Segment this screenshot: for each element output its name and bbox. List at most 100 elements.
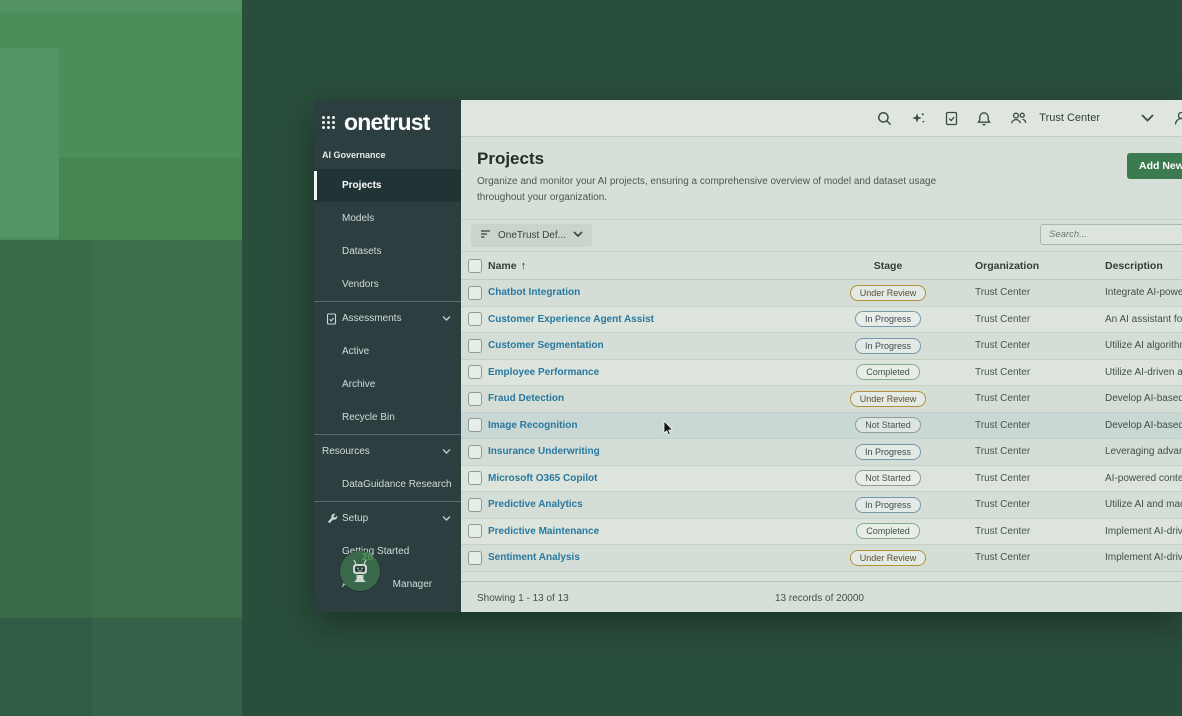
wrench-icon [326, 513, 338, 525]
project-name-link[interactable]: Image Recognition [488, 420, 577, 431]
sidebar-item-projects[interactable]: Projects [314, 169, 461, 202]
document-check-icon[interactable] [945, 111, 958, 126]
project-name-link[interactable]: Fraud Detection [488, 393, 564, 404]
description-cell: AI-powered content [1105, 473, 1182, 484]
row-checkbox[interactable] [468, 551, 482, 565]
bg-decoration-rect [0, 48, 59, 238]
description-cell: Develop AI-based fr [1105, 393, 1182, 404]
select-all-checkbox[interactable] [468, 259, 482, 273]
table-row[interactable]: Fraud Detection Under Review Trust Cente… [461, 386, 1182, 413]
project-name-link[interactable]: Predictive Maintenance [488, 526, 599, 537]
row-checkbox[interactable] [468, 471, 482, 485]
sidebar-item-archive[interactable]: Archive [314, 368, 461, 401]
topbar: Trust Center [461, 100, 1182, 137]
table-row[interactable]: Insurance Underwriting In Progress Trust… [461, 439, 1182, 466]
organization-cell: Trust Center [975, 393, 1105, 404]
table-footer: Showing 1 - 13 of 13 13 records of 20000 [461, 581, 1182, 613]
description-cell: Leveraging advance [1105, 446, 1182, 457]
sparkles-icon[interactable] [911, 111, 926, 126]
view-selector[interactable]: OneTrust Def... [471, 224, 592, 247]
sidebar-item-resources[interactable]: Resources [314, 435, 461, 468]
stage-badge: In Progress [855, 497, 921, 513]
chevron-down-icon [573, 230, 583, 241]
sidebar-item-recycle-bin[interactable]: Recycle Bin [314, 401, 461, 434]
workspace-label[interactable]: Trust Center [1039, 112, 1100, 124]
row-checkbox[interactable] [468, 445, 482, 459]
onetrust-app-window: onetrust AI Governance Projects Models D… [314, 100, 1182, 612]
description-cell: Develop AI-based im [1105, 420, 1182, 431]
chevron-down-icon[interactable] [1141, 114, 1154, 122]
sidebar-item-vendors[interactable]: Vendors [314, 268, 461, 301]
logo[interactable]: onetrust [314, 100, 461, 140]
sidebar-item-models[interactable]: Models [314, 202, 461, 235]
project-name-link[interactable]: Microsoft O365 Copilot [488, 473, 597, 484]
sort-ascending-icon[interactable]: ↑ [521, 260, 527, 272]
column-header-description[interactable]: Description [1105, 260, 1182, 272]
row-checkbox[interactable] [468, 339, 482, 353]
bell-icon[interactable] [977, 111, 991, 126]
bg-decoration-rect [92, 618, 242, 716]
organization-cell: Trust Center [975, 552, 1105, 563]
sidebar-item-dataguidance-research[interactable]: DataGuidance Research [314, 468, 461, 501]
stage-badge: Completed [856, 364, 920, 380]
description-cell: Utilize AI-driven ana [1105, 367, 1182, 378]
row-checkbox[interactable] [468, 286, 482, 300]
column-header-name[interactable]: Name [488, 260, 517, 272]
people-icon[interactable] [1010, 111, 1027, 125]
stage-badge: Under Review [850, 550, 927, 566]
project-name-link[interactable]: Sentiment Analysis [488, 552, 580, 563]
chevron-down-icon [442, 446, 451, 457]
table-row[interactable]: Sentiment Analysis Under Review Trust Ce… [461, 545, 1182, 572]
project-name-link[interactable]: Customer Experience Agent Assist [488, 314, 654, 325]
table-row[interactable]: Microsoft O365 Copilot Not Started Trust… [461, 466, 1182, 493]
sidebar-item-getting-started[interactable]: Getting Started [314, 535, 461, 568]
chevron-down-icon [442, 313, 451, 324]
sidebar-item-manager[interactable]: AManager [314, 568, 461, 601]
column-header-organization[interactable]: Organization [975, 260, 1105, 272]
row-checkbox[interactable] [468, 392, 482, 406]
stage-badge: Completed [856, 523, 920, 539]
showing-count-label: Showing 1 - 13 of 13 [477, 593, 569, 604]
organization-cell: Trust Center [975, 473, 1105, 484]
search-icon[interactable] [877, 111, 892, 126]
stage-badge: Not Started [855, 417, 921, 433]
app-launcher-grid-icon[interactable] [322, 116, 335, 129]
project-name-link[interactable]: Customer Segmentation [488, 340, 604, 351]
row-checkbox[interactable] [468, 365, 482, 379]
user-avatar-icon[interactable] [1173, 110, 1182, 127]
column-header-stage[interactable]: Stage [838, 260, 938, 272]
description-cell: Utilize AI algorithms [1105, 340, 1182, 351]
add-new-button[interactable]: Add New [1127, 153, 1182, 179]
stage-badge: In Progress [855, 444, 921, 460]
project-name-link[interactable]: Insurance Underwriting [488, 446, 600, 457]
sidebar-item-datasets[interactable]: Datasets [314, 235, 461, 268]
description-cell: Integrate AI-powered [1105, 287, 1182, 298]
organization-cell: Trust Center [975, 446, 1105, 457]
table-row[interactable]: Chatbot Integration Under Review Trust C… [461, 280, 1182, 307]
table-row[interactable]: Customer Segmentation In Progress Trust … [461, 333, 1182, 360]
table-row[interactable]: Image Recognition Not Started Trust Cent… [461, 413, 1182, 440]
project-name-link[interactable]: Chatbot Integration [488, 287, 580, 298]
bg-decoration-rect [0, 618, 92, 716]
table-body: Chatbot Integration Under Review Trust C… [461, 280, 1182, 572]
table-header-row: Name ↑ Stage Organization Description [461, 251, 1182, 280]
project-name-link[interactable]: Predictive Analytics [488, 499, 583, 510]
table-row[interactable]: Employee Performance Completed Trust Cen… [461, 360, 1182, 387]
table-row[interactable]: Predictive Analytics In Progress Trust C… [461, 492, 1182, 519]
row-checkbox[interactable] [468, 418, 482, 432]
sidebar: onetrust AI Governance Projects Models D… [314, 100, 461, 612]
sidebar-item-active[interactable]: Active [314, 335, 461, 368]
organization-cell: Trust Center [975, 367, 1105, 378]
search-input[interactable] [1040, 224, 1182, 245]
sidebar-item-assessments[interactable]: Assessments [314, 302, 461, 335]
robot-assistant-icon[interactable] [340, 551, 380, 591]
project-name-link[interactable]: Employee Performance [488, 367, 599, 378]
organization-cell: Trust Center [975, 526, 1105, 537]
row-checkbox[interactable] [468, 498, 482, 512]
table-row[interactable]: Predictive Maintenance Completed Trust C… [461, 519, 1182, 546]
table-row[interactable]: Customer Experience Agent Assist In Prog… [461, 307, 1182, 334]
row-checkbox[interactable] [468, 524, 482, 538]
sidebar-item-setup[interactable]: Setup [314, 502, 461, 535]
row-checkbox[interactable] [468, 312, 482, 326]
desktop: { "colors": { "background_base": "#2a4e3… [0, 0, 1182, 716]
